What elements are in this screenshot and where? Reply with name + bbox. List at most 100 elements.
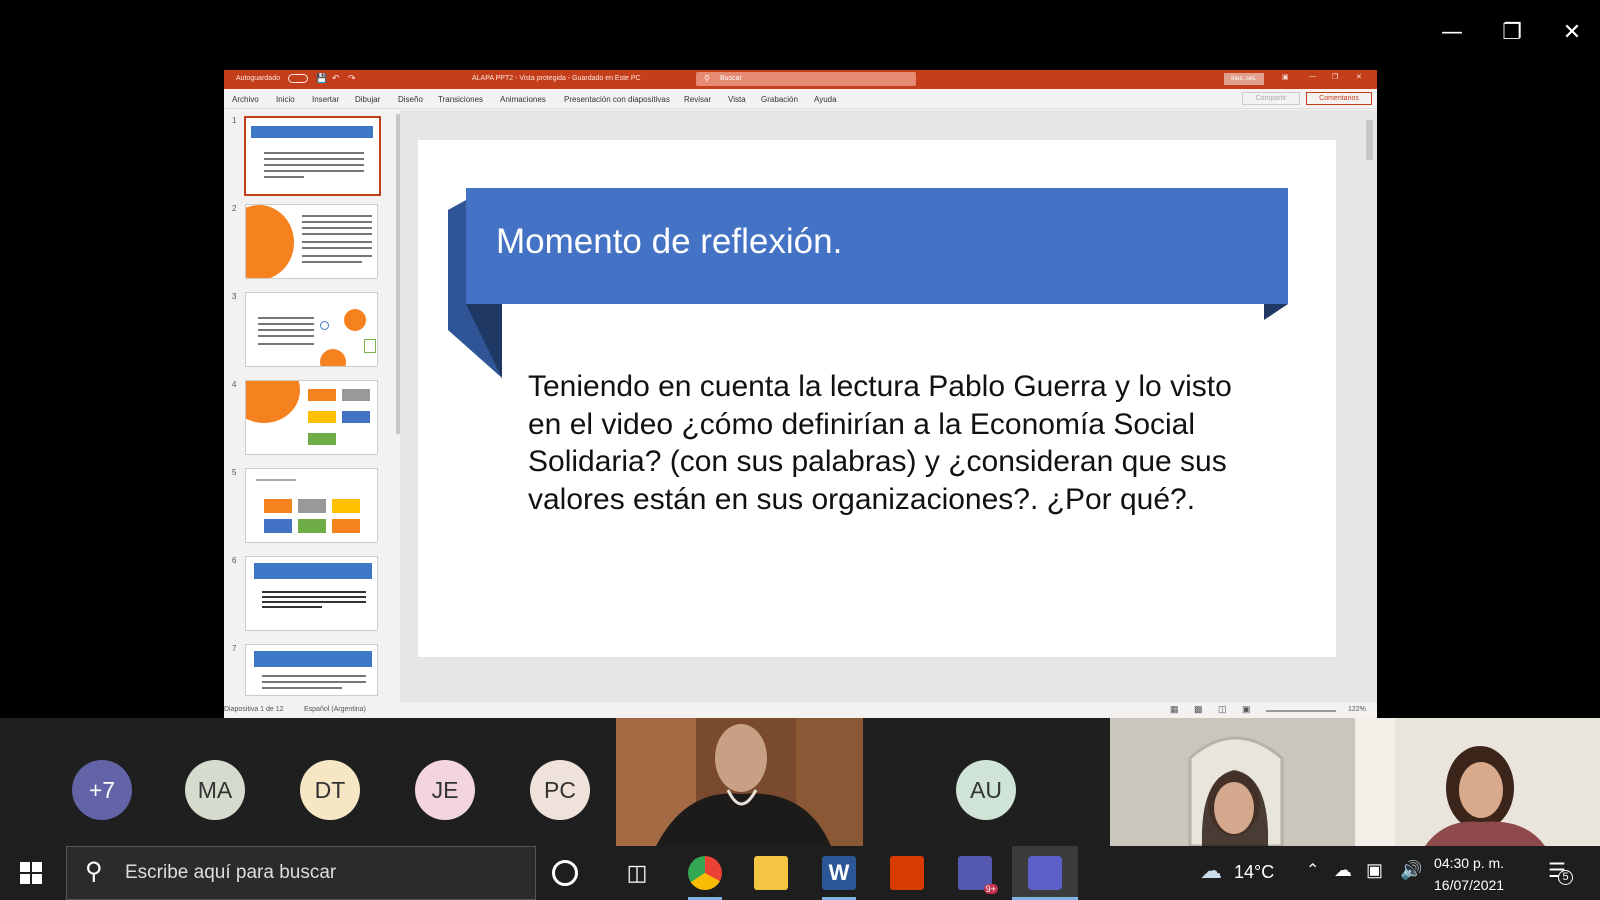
tab-transiciones[interactable]: Transiciones <box>438 95 483 104</box>
chevron-up-icon[interactable]: ⌃ <box>1306 860 1319 880</box>
file-explorer-icon[interactable] <box>754 856 788 890</box>
slide-editing-area: Momento de reflexión. Teniendo en cuenta… <box>400 110 1377 702</box>
normal-view-icon[interactable]: ▦ <box>1170 704 1179 715</box>
comments-button[interactable]: Comentarios <box>1306 92 1372 105</box>
teams-active-window[interactable] <box>1012 846 1078 900</box>
network-icon[interactable]: ▣ <box>1366 860 1383 881</box>
user-badge[interactable]: Ines, ses. <box>1224 73 1264 85</box>
tab-inicio[interactable]: Inicio <box>276 95 295 104</box>
ppt-restore-icon[interactable]: ❐ <box>1332 73 1338 81</box>
slide-scrollbar[interactable] <box>1366 114 1373 694</box>
autosave-label: Autoguardado <box>236 75 280 82</box>
weather-icon[interactable]: ☁ <box>1200 858 1222 884</box>
slide-title: Momento de reflexión. <box>496 222 843 261</box>
ppt-search-placeholder: Buscar <box>720 75 742 82</box>
windows-logo-icon <box>20 862 42 884</box>
tab-presentacion[interactable]: Presentación con diapositivas <box>564 95 670 104</box>
slideshow-icon[interactable]: ▣ <box>1242 704 1251 715</box>
zoom-level[interactable]: 122% <box>1348 706 1366 713</box>
zoom-slider[interactable] <box>1266 710 1336 712</box>
teams-icon[interactable]: 9+ <box>958 856 998 894</box>
avatar[interactable]: MA <box>185 760 245 820</box>
minimize-icon[interactable]: — <box>1437 18 1467 48</box>
avatar[interactable]: PC <box>530 760 590 820</box>
slide-title-banner: Momento de reflexión. <box>466 188 1288 304</box>
thumb-number: 1 <box>232 116 237 125</box>
reading-view-icon[interactable]: ◫ <box>1218 704 1227 715</box>
task-view-icon[interactable]: ◫ <box>620 856 654 890</box>
cortana-icon[interactable] <box>552 860 578 886</box>
thumb-number: 3 <box>232 292 237 301</box>
slide-thumbnail-panel: 1 2 3 4 5 6 7 <box>224 110 402 702</box>
tab-animaciones[interactable]: Animaciones <box>500 95 546 104</box>
language-indicator[interactable]: Español (Argentina) <box>304 706 366 713</box>
share-button[interactable]: Compartir <box>1242 92 1300 105</box>
avatar-overflow[interactable]: +7 <box>72 760 132 820</box>
office-icon[interactable] <box>890 856 924 890</box>
tab-vista[interactable]: Vista <box>728 95 746 104</box>
system-clock[interactable]: 04:30 p. m. 16/07/2021 <box>1434 852 1504 896</box>
onedrive-icon[interactable]: ☁ <box>1334 860 1352 881</box>
shared-powerpoint-window: Autoguardado 💾 ↶ ↷ ALAPA PPT2 - Vista pr… <box>224 70 1377 718</box>
tab-dibujar[interactable]: Dibujar <box>355 95 380 104</box>
notification-count: 5 <box>1558 870 1573 885</box>
participants-strip: +7 MA DT JE PC AU <box>0 718 1600 846</box>
tab-ayuda[interactable]: Ayuda <box>814 95 837 104</box>
search-icon: ⚲ <box>85 858 103 885</box>
tab-insertar[interactable]: Insertar <box>312 95 339 104</box>
thumb-number: 6 <box>232 556 237 565</box>
taskbar-search-input[interactable]: ⚲ Escribe aquí para buscar <box>66 846 536 900</box>
ppt-minimize-icon[interactable]: — <box>1309 73 1316 80</box>
thumb-number: 5 <box>232 468 237 477</box>
ppt-search-box[interactable]: ⚲ Buscar <box>696 72 916 86</box>
avatar[interactable]: AU <box>956 760 1016 820</box>
tab-revisar[interactable]: Revisar <box>684 95 711 104</box>
slide-thumbnail-1[interactable] <box>244 116 381 196</box>
thumb-number: 2 <box>232 204 237 213</box>
close-icon[interactable]: ✕ <box>1557 18 1587 48</box>
slide-thumbnail-6[interactable] <box>245 556 378 631</box>
save-icon[interactable]: 💾 <box>316 73 327 84</box>
clock-time: 04:30 p. m. <box>1434 855 1505 871</box>
volume-icon[interactable]: 🔊 <box>1400 860 1422 881</box>
current-slide: Momento de reflexión. Teniendo en cuenta… <box>418 140 1336 657</box>
thumb-number: 7 <box>232 644 237 653</box>
slide-thumbnail-3[interactable] <box>245 292 378 367</box>
slide-thumbnail-4[interactable] <box>245 380 378 455</box>
slide-thumbnail-2[interactable] <box>245 204 378 279</box>
ribbon-display-icon[interactable]: ▣ <box>1282 73 1289 81</box>
weather-temp[interactable]: 14°C <box>1234 862 1274 883</box>
participant-video[interactable] <box>1355 718 1600 846</box>
ppt-title-bar: Autoguardado 💾 ↶ ↷ ALAPA PPT2 - Vista pr… <box>224 70 1377 89</box>
word-icon[interactable]: W <box>822 856 856 890</box>
undo-icon[interactable]: ↶ <box>332 73 340 84</box>
clock-date: 16/07/2021 <box>1434 877 1505 893</box>
ppt-close-icon[interactable]: ✕ <box>1356 73 1362 81</box>
avatar[interactable]: DT <box>300 760 360 820</box>
autosave-toggle[interactable] <box>288 74 308 83</box>
thumb-number: 4 <box>232 380 237 389</box>
slide-counter: Diapositiva 1 de 12 <box>224 706 284 713</box>
slide-thumbnail-7[interactable] <box>245 644 378 696</box>
chrome-icon[interactable] <box>688 856 722 890</box>
teams-badge: 9+ <box>983 884 998 894</box>
restore-icon[interactable]: ❐ <box>1497 18 1527 48</box>
tab-grabacion[interactable]: Grabación <box>761 95 798 104</box>
participant-video[interactable] <box>1110 718 1355 846</box>
participant-video-frame <box>616 718 863 846</box>
tab-diseno[interactable]: Diseño <box>398 95 423 104</box>
notification-icon[interactable]: ☰ 5 <box>1548 858 1573 885</box>
slide-thumbnail-5[interactable] <box>245 468 378 543</box>
participant-video-frame <box>1110 718 1355 846</box>
windows-taskbar: ⚲ Escribe aquí para buscar ◫ W 9+ ☁ 14°C… <box>0 846 1600 900</box>
sorter-view-icon[interactable]: ▩ <box>1194 704 1203 715</box>
tab-archivo[interactable]: Archivo <box>232 95 259 104</box>
meeting-top-bar: — ❐ ✕ <box>0 0 1600 65</box>
windows-start-icon[interactable] <box>20 862 42 884</box>
redo-icon[interactable]: ↷ <box>348 73 356 84</box>
ppt-ribbon-tabs: Archivo Inicio Insertar Dibujar Diseño T… <box>224 89 1377 109</box>
slide-body-text: Teniendo en cuenta la lectura Pablo Guer… <box>528 370 1232 516</box>
document-title: ALAPA PPT2 - Vista protegida - Guardado … <box>472 75 641 82</box>
avatar[interactable]: JE <box>415 760 475 820</box>
participant-video[interactable] <box>616 718 863 846</box>
